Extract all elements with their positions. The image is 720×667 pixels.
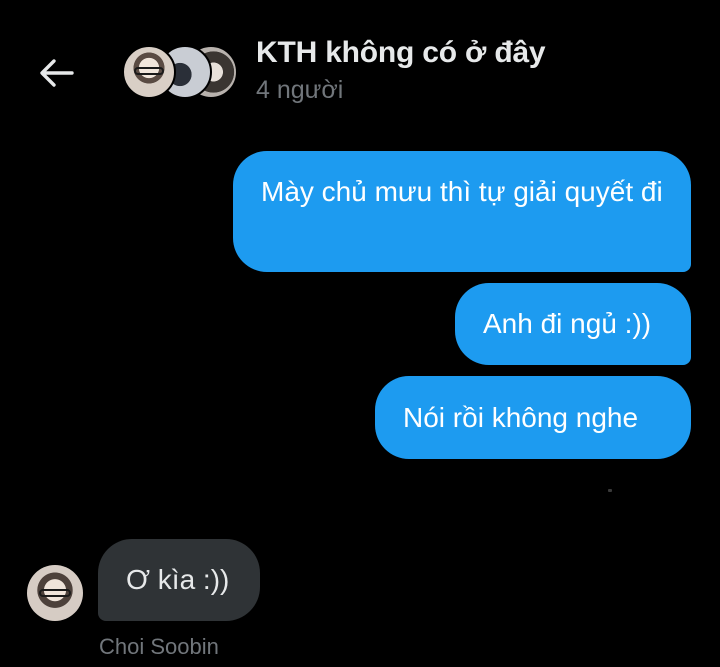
- sender-avatar[interactable]: [27, 565, 83, 621]
- conversation-header: KTH không có ở đây 4 người: [0, 0, 720, 120]
- participant-count: 4 người: [256, 76, 344, 104]
- sender-name: Choi Soobin: [99, 634, 219, 659]
- avatar: [122, 45, 176, 99]
- divider-dot: [608, 489, 612, 492]
- group-avatars[interactable]: [122, 45, 238, 99]
- sent-message-bubble[interactable]: Anh đi ngủ :)): [455, 283, 691, 365]
- conversation-title[interactable]: KTH không có ở đây: [256, 36, 546, 70]
- sent-message-bubble[interactable]: Nói rồi không nghe: [375, 376, 691, 459]
- back-button[interactable]: [36, 53, 76, 93]
- received-message-bubble[interactable]: Ơ kìa :)): [98, 539, 260, 621]
- sent-message-bubble[interactable]: Mày chủ mưu thì tự giải quyết đi: [233, 151, 691, 272]
- arrow-left-icon: [40, 59, 74, 87]
